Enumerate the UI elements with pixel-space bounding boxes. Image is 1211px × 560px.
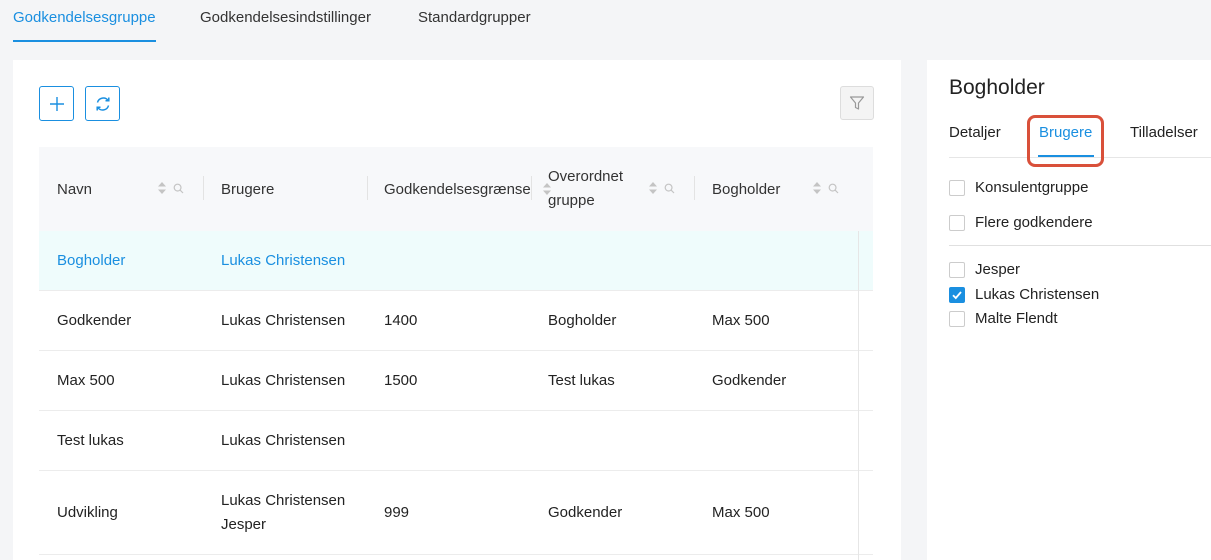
column-header-bookkeeper[interactable]: Bogholder: [712, 147, 780, 231]
parent-sort-controls: [648, 181, 675, 195]
option-flere-godkendere[interactable]: Flere godkendere: [949, 214, 1093, 231]
groups-table: Navn Brugere Godkendelsesgrænse Overordn…: [39, 147, 873, 555]
checkbox[interactable]: [949, 214, 965, 231]
user-malte-flendt[interactable]: Malte Flendt: [949, 310, 1058, 327]
column-header-parent-group[interactable]: Overordnet gruppe: [548, 147, 623, 231]
cell-limit: 1400: [384, 312, 418, 329]
sort-icon[interactable]: [542, 182, 552, 196]
group-details-panel: Bogholder Detaljer Brugere Tilladelser K…: [927, 60, 1211, 560]
cell-name: Bogholder: [57, 252, 126, 269]
active-tab-underline: [13, 40, 156, 42]
checkbox[interactable]: [949, 310, 965, 327]
cell-users: Lukas Christensen: [221, 312, 346, 329]
column-divider: [203, 176, 204, 200]
plus-icon: [49, 96, 64, 111]
tab-tilladelser[interactable]: Tilladelser: [1130, 124, 1198, 141]
table-row[interactable]: Max 500 Lukas Christensen 1500 Test luka…: [39, 351, 873, 411]
cell-bookkeeper: Max 500: [712, 504, 770, 521]
tab-standardgrupper[interactable]: Standardgrupper: [418, 9, 531, 26]
cell-name: Max 500: [57, 372, 115, 389]
highlight-box: [1027, 115, 1104, 167]
cell-parent-group: Bogholder: [548, 312, 617, 329]
tab-godkendelsesindstillinger[interactable]: Godkendelsesindstillinger: [200, 9, 371, 26]
column-header-users[interactable]: Brugere: [221, 147, 274, 231]
table-row[interactable]: Udvikling Lukas Christensen Jesper 999 G…: [39, 471, 873, 555]
table-header: Navn Brugere Godkendelsesgrænse Overordn…: [39, 147, 873, 231]
tab-detaljer[interactable]: Detaljer: [949, 124, 1001, 141]
table-row[interactable]: Bogholder Lukas Christensen: [39, 231, 873, 291]
cell-users: Lukas Christensen: [221, 252, 346, 269]
cell-parent-group: Godkender: [548, 504, 623, 521]
search-icon[interactable]: [664, 183, 675, 194]
checkbox[interactable]: [949, 179, 965, 196]
column-divider: [531, 176, 532, 200]
details-title: Bogholder: [949, 76, 1045, 99]
column-header-limit[interactable]: Godkendelsesgrænse: [384, 147, 531, 231]
search-icon[interactable]: [828, 183, 839, 194]
cell-limit: 1500: [384, 372, 418, 389]
filter-button[interactable]: [840, 86, 874, 120]
refresh-button[interactable]: [85, 86, 120, 121]
cell-user-entry: Jesper: [221, 515, 267, 533]
checkbox[interactable]: [949, 261, 965, 278]
divider: [949, 245, 1211, 246]
cell-users: Lukas Christensen: [221, 372, 346, 389]
refresh-icon: [95, 96, 110, 111]
bookkeeper-sort-controls: [812, 181, 839, 195]
top-tab-bar: Godkendelsesgruppe Godkendelsesindstilli…: [0, 0, 1211, 44]
sort-icon[interactable]: [812, 181, 822, 195]
cell-name: Udvikling: [57, 504, 118, 521]
cell-bookkeeper: Godkender: [712, 372, 787, 389]
option-konsulentgruppe[interactable]: Konsulentgruppe: [949, 179, 1088, 196]
cell-users: Lukas Christensen: [221, 432, 346, 449]
sort-icon[interactable]: [157, 181, 167, 195]
cell-name: Test lukas: [57, 432, 124, 449]
search-icon[interactable]: [173, 183, 184, 194]
cell-name: Godkender: [57, 312, 132, 329]
user-lukas-christensen[interactable]: Lukas Christensen: [949, 286, 1099, 303]
add-group-button[interactable]: [39, 86, 74, 121]
cell-parent-group: Test lukas: [548, 372, 615, 389]
filter-icon: [849, 96, 865, 110]
table-row[interactable]: Test lukas Lukas Christensen: [39, 411, 873, 471]
cell-limit: 999: [384, 504, 410, 521]
cell-user-entry: Lukas Christensen: [221, 491, 346, 509]
table-row[interactable]: Godkender Lukas Christensen 1400 Boghold…: [39, 291, 873, 351]
column-divider: [367, 176, 368, 200]
column-header-name[interactable]: Navn: [57, 147, 92, 231]
user-jesper[interactable]: Jesper: [949, 261, 1020, 278]
checkmark-icon: [952, 290, 962, 299]
sort-icon[interactable]: [648, 181, 658, 195]
approval-groups-panel: Navn Brugere Godkendelsesgrænse Overordn…: [13, 60, 901, 560]
table-scrollbar[interactable]: [858, 231, 859, 560]
cell-bookkeeper: Max 500: [712, 312, 770, 329]
column-divider: [694, 176, 695, 200]
name-sort-controls: [157, 181, 184, 195]
cell-users: Lukas Christensen Jesper: [221, 471, 345, 554]
tab-godkendelsesgruppe[interactable]: Godkendelsesgruppe: [13, 9, 156, 42]
checkbox-checked[interactable]: [949, 286, 965, 303]
